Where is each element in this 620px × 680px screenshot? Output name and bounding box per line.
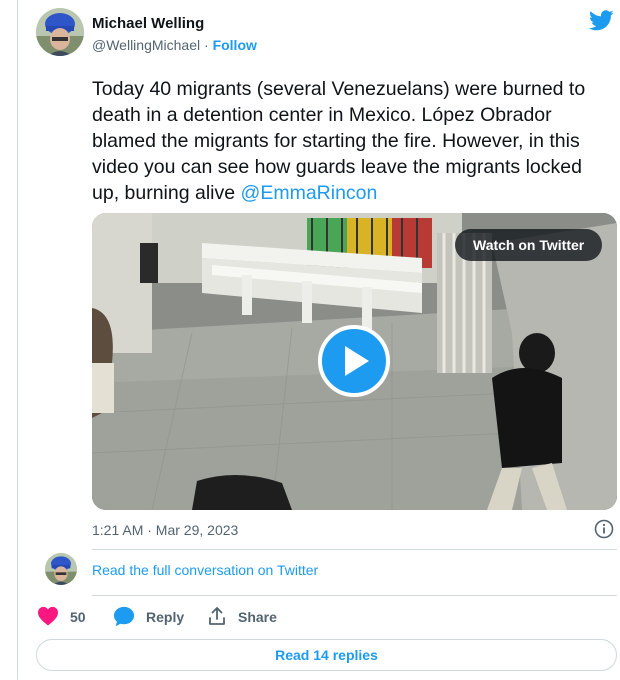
divider-top bbox=[92, 549, 617, 550]
follow-link[interactable]: Follow bbox=[213, 37, 257, 53]
conversation-avatar bbox=[45, 553, 77, 585]
tweet-timestamp[interactable]: 1:21 AM · Mar 29, 2023 bbox=[92, 522, 238, 538]
share-button[interactable]: Share bbox=[238, 609, 277, 625]
play-icon bbox=[345, 346, 369, 376]
author-avatar[interactable] bbox=[36, 8, 84, 56]
author-name[interactable]: Michael Welling bbox=[92, 15, 204, 32]
read-conversation-link[interactable]: Read the full conversation on Twitter bbox=[92, 562, 318, 578]
read-replies-button[interactable]: Read 14 replies bbox=[36, 639, 617, 671]
divider-bottom bbox=[92, 595, 617, 596]
author-handle[interactable]: @WellingMichael bbox=[92, 37, 200, 53]
heart-icon[interactable] bbox=[37, 606, 59, 626]
tweet-text: Today 40 migrants (several Venezuelans) … bbox=[92, 76, 608, 206]
reply-button[interactable]: Reply bbox=[146, 609, 184, 625]
info-icon[interactable] bbox=[594, 519, 614, 539]
like-count: 50 bbox=[70, 609, 86, 625]
twitter-bird-icon[interactable] bbox=[589, 10, 614, 31]
watch-on-twitter-badge[interactable]: Watch on Twitter bbox=[455, 229, 603, 261]
author-handle-line: @WellingMichael · Follow bbox=[92, 37, 257, 53]
share-icon[interactable] bbox=[207, 606, 227, 626]
handle-separator: · bbox=[200, 37, 213, 53]
avatar-image bbox=[36, 8, 84, 56]
reply-bubble-icon[interactable] bbox=[113, 606, 135, 627]
play-button[interactable] bbox=[318, 325, 390, 397]
avatar-image-small bbox=[45, 553, 77, 585]
mention-link[interactable]: @EmmaRincon bbox=[241, 182, 378, 204]
